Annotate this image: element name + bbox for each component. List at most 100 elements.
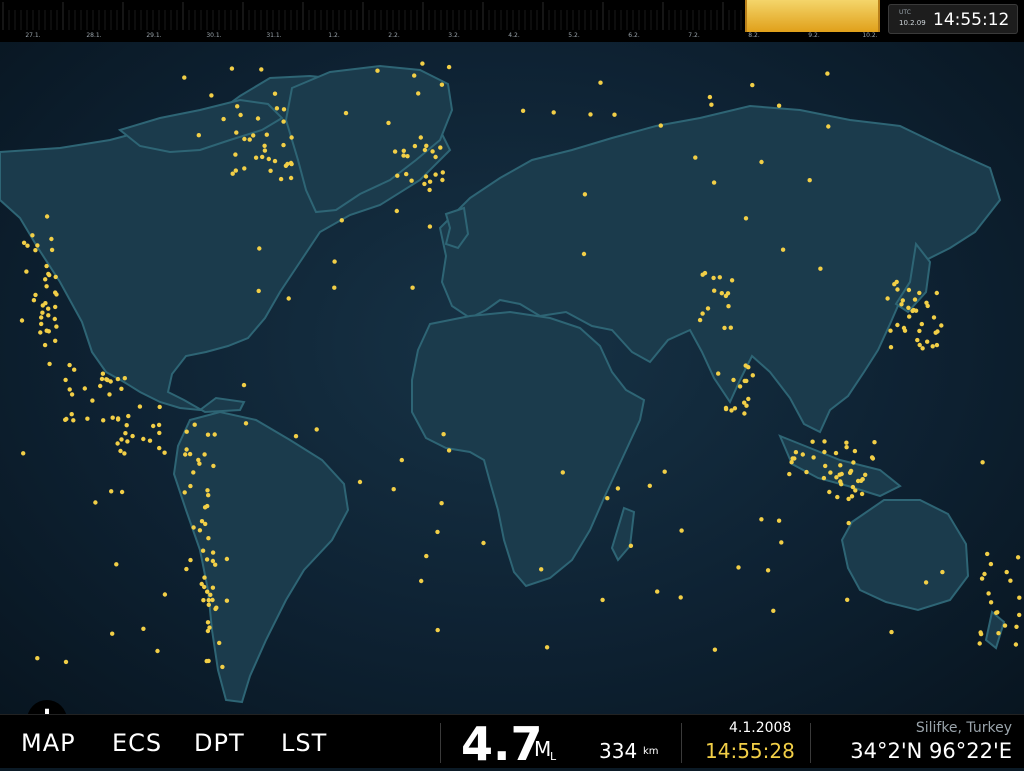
earthquake-marker[interactable] [391,487,396,492]
earthquake-marker[interactable] [919,321,924,327]
earthquake-marker[interactable] [849,494,855,499]
earthquake-marker[interactable] [742,411,747,416]
earthquake-marker[interactable] [125,439,130,444]
earthquake-marker[interactable] [419,578,424,584]
earthquake-marker[interactable] [200,548,206,553]
earthquake-marker[interactable] [702,270,708,276]
earthquake-marker[interactable] [43,301,48,306]
earthquake-marker[interactable] [288,175,294,181]
earthquake-marker[interactable] [851,460,856,465]
earthquake-marker[interactable] [655,589,660,594]
earthquake-marker[interactable] [33,248,38,253]
earthquake-marker[interactable] [977,641,982,646]
earthquake-marker[interactable] [184,447,189,452]
earthquake-marker[interactable] [118,448,123,454]
earthquake-marker[interactable] [184,429,189,434]
earthquake-marker[interactable] [852,448,858,454]
earthquake-marker[interactable] [906,287,912,293]
zoom-in-button[interactable]: + [27,700,67,714]
earthquake-marker[interactable] [728,325,733,330]
earthquake-marker[interactable] [224,598,230,603]
earthquake-marker[interactable] [1017,612,1022,618]
earthquake-marker[interactable] [759,159,764,165]
earthquake-marker[interactable] [214,605,219,610]
earthquake-marker[interactable] [925,303,930,309]
earthquake-marker[interactable] [438,145,443,150]
earthquake-marker[interactable] [49,236,54,242]
earthquake-marker[interactable] [119,437,124,442]
earthquake-marker[interactable] [85,416,90,421]
earthquake-marker[interactable] [988,600,994,605]
earthquake-marker[interactable] [1004,569,1009,575]
earthquake-marker[interactable] [109,489,114,494]
earthquake-marker[interactable] [35,243,40,248]
earthquake-marker[interactable] [1008,578,1013,583]
earthquake-marker[interactable] [224,556,230,562]
earthquake-marker[interactable] [375,68,380,73]
earthquake-marker[interactable] [435,627,440,633]
earthquake-marker[interactable] [230,171,235,176]
earthquake-marker[interactable] [722,325,727,331]
earthquake-marker[interactable] [818,266,823,271]
earthquake-marker[interactable] [126,413,131,419]
earthquake-marker[interactable] [256,288,261,294]
earthquake-marker[interactable] [420,61,425,66]
tab-dpt[interactable]: DPT [194,729,245,757]
earthquake-marker[interactable] [679,528,684,533]
earthquake-marker[interactable] [907,314,912,319]
earthquake-marker[interactable] [612,112,617,117]
earthquake-marker[interactable] [53,338,58,343]
earthquake-marker[interactable] [205,620,211,625]
earthquake-marker[interactable] [1013,642,1019,647]
earthquake-marker[interactable] [895,322,900,328]
earthquake-marker[interactable] [100,371,106,376]
earthquake-marker[interactable] [49,247,55,253]
earthquake-marker[interactable] [446,448,452,453]
earthquake-marker[interactable] [416,91,421,96]
earthquake-marker[interactable] [853,488,858,493]
earthquake-marker[interactable] [343,110,349,116]
earthquake-marker[interactable] [247,137,252,142]
earthquake-marker[interactable] [268,168,273,173]
earthquake-marker[interactable] [892,282,897,287]
earthquake-marker[interactable] [838,479,843,484]
earthquake-marker[interactable] [440,177,445,183]
earthquake-marker[interactable] [712,288,717,293]
earthquake-marker[interactable] [793,450,799,455]
earthquake-marker[interactable] [915,337,920,343]
earthquake-marker[interactable] [906,305,911,310]
earthquake-marker[interactable] [108,379,113,384]
timeline-bar[interactable]: 27.1. 28.1. 29.1. 30.1. 31.1. 1.2. 2.2. … [0,0,1024,42]
earthquake-marker[interactable] [205,488,210,493]
earthquake-marker[interactable] [71,418,76,423]
earthquake-marker[interactable] [210,558,216,564]
earthquake-marker[interactable] [234,130,239,135]
earthquake-marker[interactable] [107,392,112,397]
tab-ecs[interactable]: ECS [112,729,162,757]
earthquake-marker[interactable] [206,598,211,603]
earthquake-marker[interactable] [151,423,156,429]
earthquake-marker[interactable] [192,422,197,427]
earthquake-marker[interactable] [124,423,129,428]
earthquake-marker[interactable] [848,468,854,474]
earthquake-marker[interactable] [63,659,69,665]
tab-lst[interactable]: LST [281,729,327,757]
earthquake-marker[interactable] [789,460,794,465]
earthquake-marker[interactable] [401,153,406,158]
earthquake-marker[interactable] [44,263,49,269]
earthquake-marker[interactable] [441,432,446,437]
earthquake-marker[interactable] [206,602,211,607]
earthquake-marker[interactable] [481,540,486,546]
earthquake-marker[interactable] [931,315,937,320]
earthquake-marker[interactable] [697,317,703,323]
earthquake-marker[interactable] [804,469,809,475]
earthquake-marker[interactable] [427,224,433,229]
earthquake-marker[interactable] [985,551,990,557]
earthquake-marker[interactable] [31,298,37,303]
earthquake-marker[interactable] [401,148,406,153]
earthquake-marker[interactable] [446,64,452,70]
earthquake-marker[interactable] [262,148,268,153]
earthquake-marker[interactable] [939,323,944,328]
earthquake-marker[interactable] [114,562,119,567]
earthquake-marker[interactable] [422,147,428,153]
